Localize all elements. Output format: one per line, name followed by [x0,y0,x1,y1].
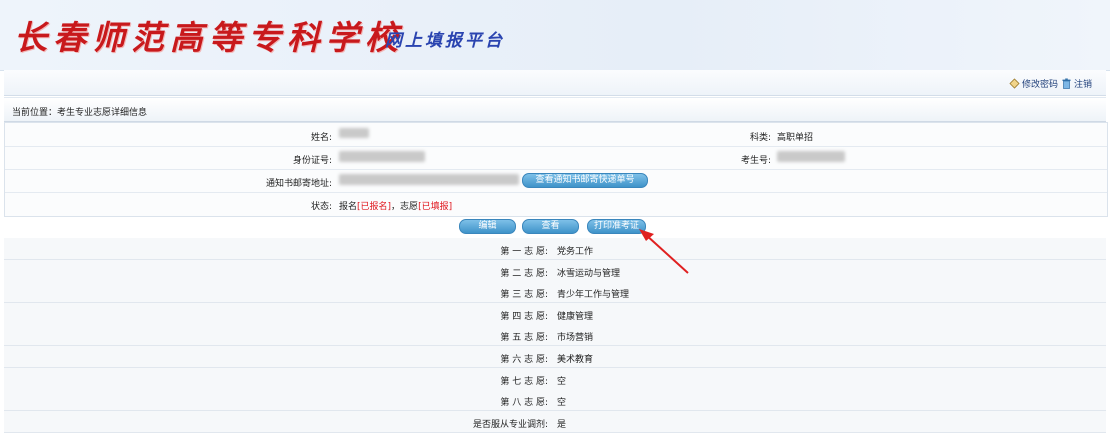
student-info-table: 姓名: 科类: 高职单招 身份证号: 考生号: 通知书邮寄地址: 查看通知书邮寄… [4,122,1108,217]
category-value: 高职单招 [777,133,814,143]
query-express-button[interactable]: 查看通知书邮寄快递单号 [522,173,648,188]
choice-value: 健康管理 [557,311,594,322]
trash-icon [1061,78,1072,89]
password-icon [1009,78,1020,89]
choice-label: 第 八 志 愿: [500,398,548,409]
choice-value: 是 [557,419,567,430]
choice-label: 第 七 志 愿: [500,376,548,387]
info-row-address: 通知书邮寄地址: 查看通知书邮寄快递单号 [5,169,1107,193]
choice-row: 第 六 志 愿: 美术教育 [4,346,1106,368]
status-registered: [已报名] [357,202,392,212]
choice-row: 第 五 志 愿: 市场营销 [4,324,1106,347]
choice-label: 第 四 志 愿: [500,311,548,322]
name-redacted [339,128,369,138]
edit-button[interactable]: 编辑 [459,219,516,234]
status-filled: [已填报] [418,202,453,212]
choice-label: 第 一 志 愿: [500,247,548,257]
choice-row: 是否服从专业调剂: 是 [4,410,1106,433]
choice-value: 冰雪运动与管理 [557,268,621,279]
category-label: 科类: [749,133,771,143]
choice-row: 第 三 志 愿: 青少年工作与管理 [4,281,1106,304]
school-name: 长春师范高等专科学校 [14,18,404,57]
choice-label: 第 五 志 愿: [500,333,548,344]
exam-no-redacted [777,151,845,162]
exam-no-label: 考生号: [740,156,771,166]
info-row-status: 状态: 报名[已报名]，志愿[已填报] [5,192,1107,215]
change-password-label: 修改密码 [1022,80,1059,90]
breadcrumb-text: 当前位置：考生专业志愿详细信息 [12,108,148,118]
choice-value: 空 [557,398,567,409]
id-label: 身份证号: [292,156,332,166]
change-password-link[interactable]: 修改密码 [1009,77,1058,90]
breadcrumb: 当前位置：考生专业志愿详细信息 [4,97,1106,122]
status-separator: ，志愿 [391,202,419,212]
choice-value: 青少年工作与管理 [557,290,630,301]
choice-row: 第 一 志 愿: 党务工作 [4,238,1106,260]
view-button[interactable]: 查看 [522,219,579,234]
print-ticket-button[interactable]: 打印准考证 [587,219,646,234]
choice-row: 第 二 志 愿: 冰雪运动与管理 [4,259,1106,282]
choice-value: 市场营销 [557,333,594,344]
logout-label: 注销 [1074,80,1093,90]
id-redacted [339,151,425,162]
choice-label: 是否服从专业调剂: [472,419,548,430]
header-banner: 长春师范高等专科学校 网上填报平台 [0,0,1110,71]
info-row-name: 姓名: 科类: 高职单招 [5,123,1107,147]
choice-label: 第 二 志 愿: [500,268,548,279]
choice-label: 第 六 志 愿: [500,355,548,365]
choice-value: 空 [557,376,567,387]
choice-label: 第 三 志 愿: [500,290,548,301]
choice-value: 党务工作 [557,247,594,257]
status-label: 状态: [310,202,332,212]
name-label: 姓名: [310,133,332,143]
status-prefix: 报名 [339,202,358,212]
info-row-id: 身份证号: 考生号: [5,146,1107,170]
address-label: 通知书邮寄地址: [265,179,332,189]
address-redacted [339,174,519,185]
choice-row: 第 四 志 愿: 健康管理 [4,302,1106,325]
toolbar: 修改密码 注销 [4,70,1106,96]
choice-row: 第 八 志 愿: 空 [4,389,1106,412]
status-value: 报名[已报名]，志愿[已填报] [339,199,452,212]
choice-row: 第 七 志 愿: 空 [4,367,1106,390]
platform-name: 网上填报平台 [385,31,505,51]
logout-link[interactable]: 注销 [1061,77,1092,90]
choice-value: 美术教育 [557,355,594,365]
